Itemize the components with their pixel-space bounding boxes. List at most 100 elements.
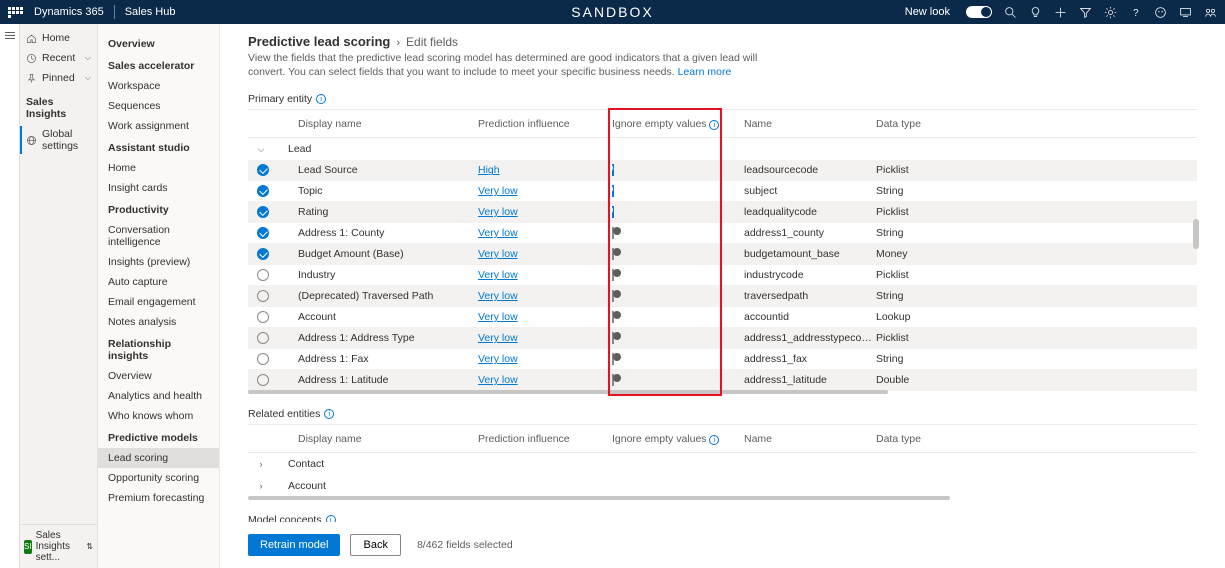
teams-icon[interactable] bbox=[1204, 6, 1217, 19]
info-icon[interactable]: i bbox=[709, 435, 719, 445]
row-checkbox[interactable] bbox=[257, 374, 269, 386]
row-checkbox[interactable] bbox=[257, 290, 269, 302]
group-account[interactable]: › Account bbox=[248, 475, 1197, 497]
ignore-toggle[interactable] bbox=[612, 311, 614, 323]
table-row[interactable]: IndustryVery lowindustrycodePicklist bbox=[248, 265, 1197, 286]
table-row[interactable]: Address 1: FaxVery lowaddress1_faxString bbox=[248, 349, 1197, 370]
settings-nav-item[interactable]: Analytics and health bbox=[98, 386, 219, 406]
ignore-toggle[interactable] bbox=[612, 374, 614, 386]
influence-link[interactable]: Very low bbox=[478, 332, 518, 344]
col-name[interactable]: Name bbox=[740, 118, 872, 130]
table-row[interactable]: Address 1: Address TypeVery lowaddress1_… bbox=[248, 328, 1197, 349]
info-icon[interactable]: i bbox=[324, 409, 334, 419]
settings-nav-item[interactable]: Conversation intelligence bbox=[98, 220, 219, 252]
influence-link[interactable]: Very low bbox=[478, 269, 518, 281]
settings-nav-item[interactable]: Insights (preview) bbox=[98, 252, 219, 272]
settings-icon[interactable] bbox=[1104, 6, 1117, 19]
row-checkbox[interactable] bbox=[257, 248, 269, 260]
plus-icon[interactable] bbox=[1054, 6, 1067, 19]
settings-nav-item[interactable]: Home bbox=[98, 158, 219, 178]
settings-nav-item[interactable]: Premium forecasting bbox=[98, 488, 219, 508]
back-button[interactable]: Back bbox=[350, 534, 400, 556]
hamburger-icon[interactable] bbox=[0, 32, 19, 39]
ignore-toggle[interactable] bbox=[612, 185, 614, 197]
nav-pinned[interactable]: Pinned ⌵ bbox=[20, 68, 97, 88]
area-switcher[interactable]: SI Sales Insights sett... ⇅ bbox=[20, 524, 97, 568]
col-ignore[interactable]: Ignore empty values i bbox=[608, 118, 740, 131]
col-ignore[interactable]: Ignore empty values i bbox=[608, 433, 740, 446]
influence-link[interactable]: High bbox=[478, 164, 500, 176]
vertical-scrollbar[interactable] bbox=[1193, 219, 1199, 249]
settings-nav-item[interactable]: Overview bbox=[98, 366, 219, 386]
settings-nav-item[interactable]: Auto capture bbox=[98, 272, 219, 292]
nav-group-header[interactable]: Overview bbox=[98, 32, 219, 54]
table-row[interactable]: RatingVery lowleadqualitycodePicklist bbox=[248, 202, 1197, 223]
table-row[interactable]: Address 1: CountyVery lowaddress1_county… bbox=[248, 223, 1197, 244]
row-checkbox[interactable] bbox=[257, 206, 269, 218]
col-type[interactable]: Data type bbox=[872, 433, 950, 445]
learn-more-link[interactable]: Learn more bbox=[678, 66, 732, 78]
row-checkbox[interactable] bbox=[257, 185, 269, 197]
row-checkbox[interactable] bbox=[257, 311, 269, 323]
info-icon[interactable]: i bbox=[316, 94, 326, 104]
row-checkbox[interactable] bbox=[257, 353, 269, 365]
ignore-toggle[interactable] bbox=[612, 227, 614, 239]
row-checkbox[interactable] bbox=[257, 332, 269, 344]
nav-recent[interactable]: Recent ⌵ bbox=[20, 48, 97, 68]
settings-nav-item[interactable]: Opportunity scoring bbox=[98, 468, 219, 488]
lightbulb-icon[interactable] bbox=[1029, 6, 1042, 19]
settings-nav-item[interactable]: Email engagement bbox=[98, 292, 219, 312]
table-row[interactable]: AccountVery lowaccountidLookup bbox=[248, 307, 1197, 328]
col-type[interactable]: Data type bbox=[872, 118, 950, 130]
table-row[interactable]: Address 1: LatitudeVery lowaddress1_lati… bbox=[248, 370, 1197, 391]
retrain-button[interactable]: Retrain model bbox=[248, 534, 340, 556]
settings-nav-item[interactable]: Notes analysis bbox=[98, 312, 219, 332]
influence-link[interactable]: Very low bbox=[478, 353, 518, 365]
settings-nav-item[interactable]: Sequences bbox=[98, 96, 219, 116]
table-row[interactable]: (Deprecated) Traversed PathVery lowtrave… bbox=[248, 286, 1197, 307]
col-display[interactable]: Display name bbox=[274, 118, 474, 130]
row-checkbox[interactable] bbox=[257, 227, 269, 239]
ignore-toggle[interactable] bbox=[612, 164, 614, 176]
ignore-toggle[interactable] bbox=[612, 332, 614, 344]
ignore-toggle[interactable] bbox=[612, 269, 614, 281]
col-name[interactable]: Name bbox=[740, 433, 872, 445]
table-row[interactable]: TopicVery lowsubjectString bbox=[248, 181, 1197, 202]
screen-icon[interactable] bbox=[1179, 6, 1192, 19]
filter-icon[interactable] bbox=[1079, 6, 1092, 19]
help-icon[interactable]: ? bbox=[1129, 6, 1142, 19]
influence-link[interactable]: Very low bbox=[478, 185, 518, 197]
influence-link[interactable]: Very low bbox=[478, 374, 518, 386]
horizontal-scrollbar[interactable] bbox=[248, 390, 888, 394]
settings-nav-item[interactable]: Lead scoring bbox=[98, 448, 219, 468]
col-display[interactable]: Display name bbox=[274, 433, 474, 445]
nav-global-settings[interactable]: Global settings bbox=[20, 124, 97, 156]
settings-nav-item[interactable]: Workspace bbox=[98, 76, 219, 96]
new-look-toggle[interactable] bbox=[966, 6, 992, 18]
table-row[interactable]: Budget Amount (Base)Very lowbudgetamount… bbox=[248, 244, 1197, 265]
settings-nav-item[interactable]: Insight cards bbox=[98, 178, 219, 198]
influence-link[interactable]: Very low bbox=[478, 227, 518, 239]
group-lead[interactable]: ⌵ Lead bbox=[248, 138, 1197, 160]
influence-link[interactable]: Very low bbox=[478, 311, 518, 323]
settings-nav-item[interactable]: Work assignment bbox=[98, 116, 219, 136]
ignore-toggle[interactable] bbox=[612, 206, 614, 218]
assistant-icon[interactable] bbox=[1154, 6, 1167, 19]
app-launcher-icon[interactable] bbox=[8, 7, 24, 18]
settings-nav-item[interactable]: Who knows whom bbox=[98, 406, 219, 426]
area-label[interactable]: Sales Hub bbox=[125, 6, 176, 18]
influence-link[interactable]: Very low bbox=[478, 248, 518, 260]
influence-link[interactable]: Very low bbox=[478, 290, 518, 302]
col-influence[interactable]: Prediction influence bbox=[474, 118, 608, 130]
ignore-toggle[interactable] bbox=[612, 353, 614, 365]
nav-home[interactable]: Home bbox=[20, 28, 97, 48]
ignore-toggle[interactable] bbox=[612, 248, 614, 260]
search-icon[interactable] bbox=[1004, 6, 1017, 19]
ignore-toggle[interactable] bbox=[612, 290, 614, 302]
table-row[interactable]: Lead SourceHighleadsourcecodePicklist bbox=[248, 160, 1197, 181]
horizontal-scrollbar[interactable] bbox=[248, 496, 950, 500]
row-checkbox[interactable] bbox=[257, 164, 269, 176]
group-contact[interactable]: › Contact bbox=[248, 453, 1197, 475]
row-checkbox[interactable] bbox=[257, 269, 269, 281]
influence-link[interactable]: Very low bbox=[478, 206, 518, 218]
